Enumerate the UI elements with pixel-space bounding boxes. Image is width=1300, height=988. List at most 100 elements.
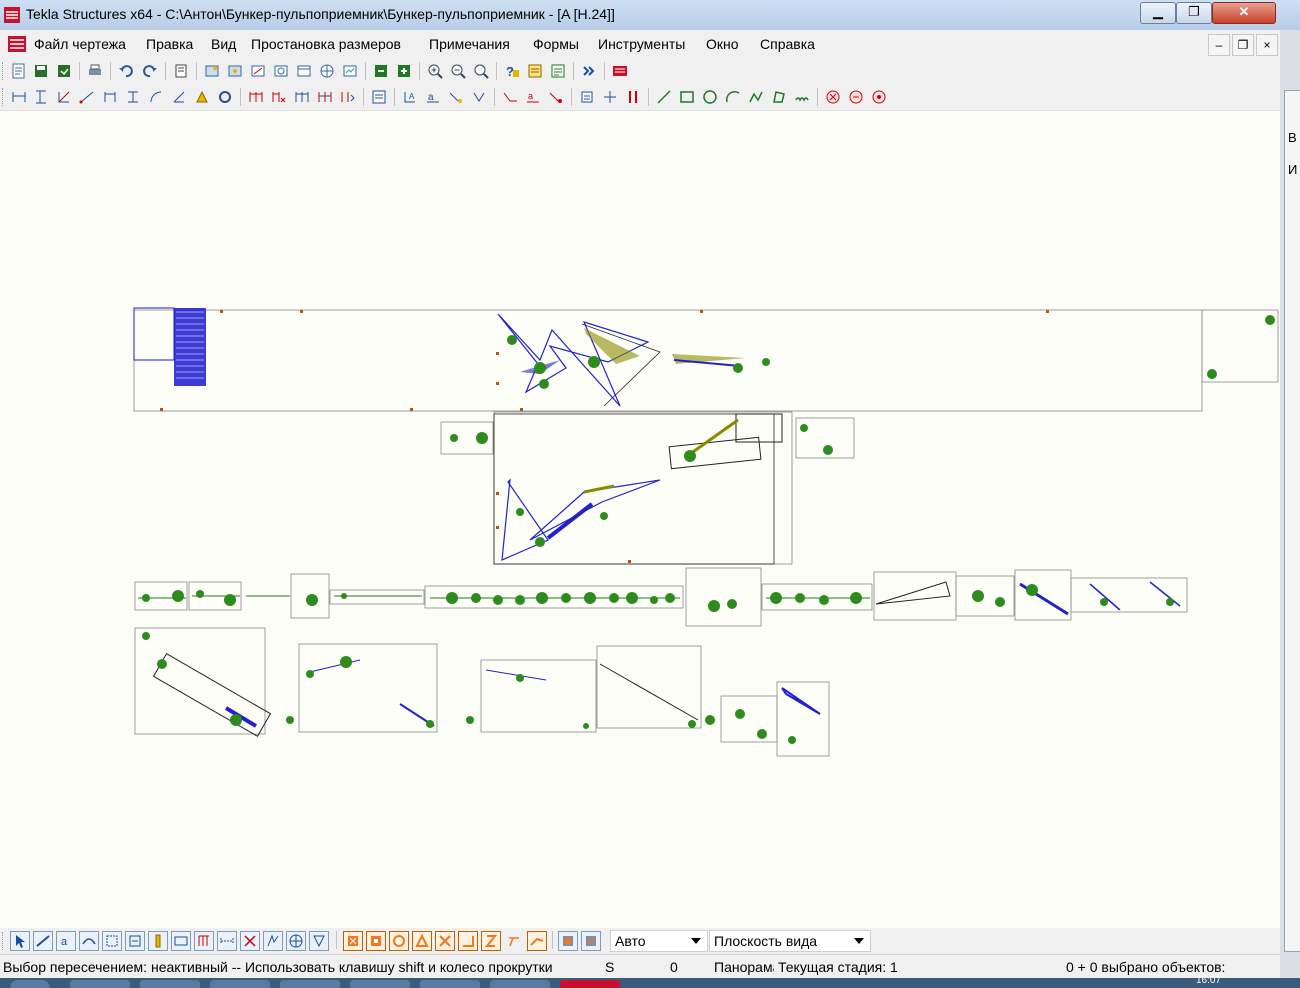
snap-intersection-icon[interactable] <box>412 931 432 951</box>
scale-combobox[interactable]: Авто <box>610 930 708 952</box>
cloud-tool-icon[interactable] <box>793 88 811 106</box>
snap-override-icon[interactable] <box>824 88 842 106</box>
close-button[interactable]: ✕ <box>1212 2 1276 24</box>
dim-y-direction-icon[interactable] <box>124 88 142 106</box>
arc-tool-icon[interactable] <box>724 88 742 106</box>
part-mark-icon[interactable] <box>547 88 565 106</box>
snap-any-position-icon[interactable] <box>481 931 501 951</box>
dim-perpendicular-icon[interactable] <box>55 88 73 106</box>
taskbar-item[interactable] <box>210 980 270 988</box>
select-component-icon[interactable] <box>309 931 329 951</box>
link-icon[interactable] <box>578 88 596 106</box>
text-add-icon[interactable]: A <box>401 88 419 106</box>
snap-endpoint-icon[interactable] <box>343 931 363 951</box>
weld-mark-icon[interactable] <box>501 88 519 106</box>
snap-midpoint-icon[interactable] <box>389 931 409 951</box>
select-text-icon[interactable]: a <box>56 931 76 951</box>
menu-view[interactable]: Вид <box>211 36 236 52</box>
associative-note-icon[interactable] <box>370 88 388 106</box>
view-detail-icon[interactable] <box>272 62 290 80</box>
properties-icon[interactable] <box>172 62 190 80</box>
dim-radius-icon[interactable] <box>147 88 165 106</box>
mark-combine-icon[interactable] <box>316 88 334 106</box>
menu-file[interactable]: Файл чертежа <box>34 36 126 52</box>
snap-perpendicular-icon[interactable] <box>435 931 455 951</box>
maximize-button[interactable]: ❐ <box>1176 2 1212 24</box>
taskbar-item[interactable] <box>490 980 550 988</box>
start-button[interactable] <box>10 980 50 988</box>
dim-horizontal-icon[interactable] <box>10 88 28 106</box>
drawing-canvas[interactable] <box>0 112 1280 927</box>
circle-tool-icon[interactable] <box>701 88 719 106</box>
main-view-middle[interactable] <box>440 411 855 565</box>
text-label-icon[interactable]: a <box>424 88 442 106</box>
taskbar-item[interactable] <box>140 980 200 988</box>
rectangle-tool-icon[interactable] <box>678 88 696 106</box>
snap-line-extension-icon[interactable] <box>458 931 478 951</box>
snap-nearest-icon[interactable] <box>847 88 865 106</box>
select-marks-icon[interactable] <box>125 931 145 951</box>
dim-angle-icon[interactable] <box>170 88 188 106</box>
detail-views-bottom-row[interactable] <box>134 627 830 757</box>
polyline-tool-icon[interactable] <box>747 88 765 106</box>
expand-toolbar-icon[interactable] <box>580 62 598 80</box>
view-open-icon[interactable] <box>203 62 221 80</box>
snap-reference-lines-icon[interactable] <box>558 931 578 951</box>
dwg-import-icon[interactable] <box>624 88 642 106</box>
zoom-in-icon[interactable] <box>426 62 444 80</box>
select-bolts-icon[interactable] <box>148 931 168 951</box>
save-drawing-icon[interactable] <box>32 62 50 80</box>
select-all-icon[interactable] <box>10 931 30 951</box>
select-parts-icon[interactable] <box>33 931 53 951</box>
select-grids-icon[interactable] <box>194 931 214 951</box>
zoom-original-icon[interactable] <box>472 62 490 80</box>
symbol-icon[interactable] <box>470 88 488 106</box>
plane-combobox[interactable]: Плоскость вида <box>709 930 871 952</box>
hyperlink-icon[interactable] <box>601 88 619 106</box>
snap-any-icon[interactable] <box>870 88 888 106</box>
menu-edit[interactable]: Правка <box>146 36 193 52</box>
select-dimensions-icon[interactable] <box>217 931 237 951</box>
mark-merge-icon[interactable] <box>339 88 357 106</box>
select-lines-icon[interactable] <box>79 931 99 951</box>
mark-link-icon[interactable] <box>293 88 311 106</box>
snap-geometry-lines-icon[interactable] <box>581 931 601 951</box>
print-icon[interactable] <box>86 62 104 80</box>
select-views-icon[interactable] <box>102 931 122 951</box>
line-tool-icon[interactable] <box>655 88 673 106</box>
main-view-top[interactable] <box>133 307 1279 412</box>
mark-add-icon[interactable] <box>247 88 265 106</box>
taskbar-item[interactable] <box>280 980 340 988</box>
select-welds-icon[interactable] <box>171 931 191 951</box>
menu-window[interactable]: Окно <box>706 36 739 52</box>
view-section-icon[interactable] <box>249 62 267 80</box>
menu-shapes[interactable]: Формы <box>533 36 579 52</box>
view-global-icon[interactable] <box>318 62 336 80</box>
taskbar-item[interactable] <box>350 980 410 988</box>
toolbar-grip[interactable] <box>2 932 6 950</box>
dim-vertical-icon[interactable] <box>32 88 50 106</box>
detail-views-row[interactable] <box>134 567 1188 627</box>
undo-icon[interactable] <box>117 62 135 80</box>
drawing-list-icon[interactable] <box>526 62 544 80</box>
level-mark-icon[interactable]: a <box>524 88 542 106</box>
menu-tools[interactable]: Инструменты <box>598 36 685 52</box>
dim-free-icon[interactable] <box>78 88 96 106</box>
open-drawing-icon[interactable] <box>10 62 28 80</box>
select-reinforcement-icon[interactable] <box>263 931 283 951</box>
polygon-tool-icon[interactable] <box>770 88 788 106</box>
tekla-extensions-icon[interactable] <box>611 62 629 80</box>
mark-remove-icon[interactable] <box>270 88 288 106</box>
taskbar-item-tekla[interactable] <box>560 980 620 988</box>
snap-free-icon[interactable] <box>527 931 547 951</box>
toolbar-grip[interactable] <box>2 62 6 80</box>
zoom-out-icon[interactable] <box>449 62 467 80</box>
mdi-close-button[interactable]: × <box>1256 34 1278 56</box>
minimize-button[interactable]: ▁ <box>1140 2 1176 24</box>
menu-annotations[interactable]: Примечания <box>429 36 510 52</box>
save-close-icon[interactable] <box>55 62 73 80</box>
taskbar-item[interactable] <box>70 980 130 988</box>
snap-center-icon[interactable] <box>366 931 386 951</box>
dim-settings-icon[interactable] <box>216 88 234 106</box>
dim-curved-icon[interactable] <box>193 88 211 106</box>
